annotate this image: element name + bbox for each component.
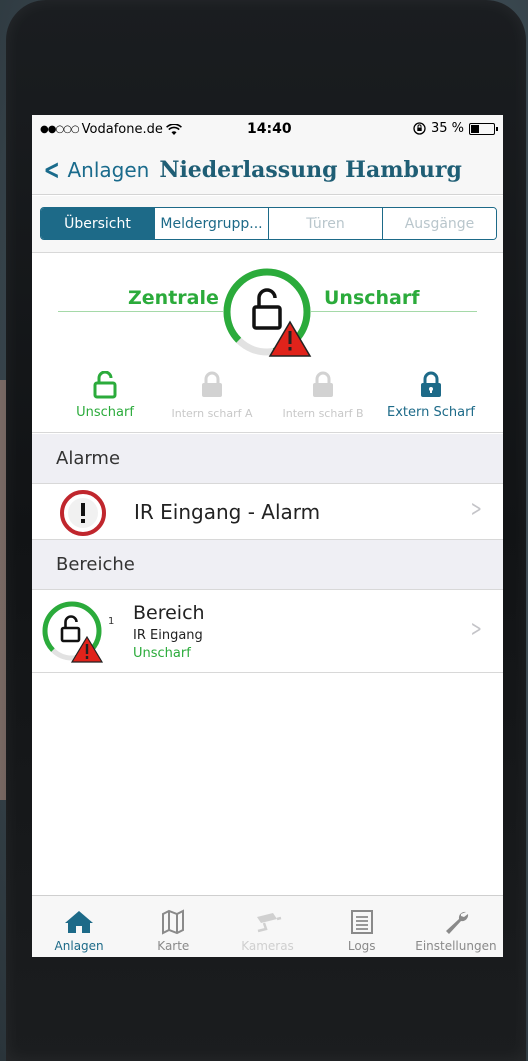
mode-intern-scharf-b[interactable]: Intern scharf B <box>263 371 383 420</box>
tab-einstellungen[interactable]: Einstellungen <box>409 896 503 957</box>
battery-icon <box>469 122 498 135</box>
area-number: 1 <box>108 616 115 627</box>
back-button[interactable]: < Anlagen <box>40 152 150 186</box>
mode-label: Unscharf <box>76 405 134 420</box>
segment-tueren[interactable]: Türen <box>269 208 383 239</box>
tab-label: Einstellungen <box>415 939 497 953</box>
segment-ausgaenge[interactable]: Ausgänge <box>383 208 496 239</box>
segmented-control: Übersicht Meldergrupp... Türen Ausgänge <box>40 207 497 240</box>
tab-label: Kameras <box>241 939 294 953</box>
app-screen: ●●○○○ Vodafone.de 14:40 35 % < Anlagen N… <box>32 115 503 957</box>
navigation-bar: < Anlagen Niederlassung Hamburg <box>32 145 503 195</box>
padlock-icon <box>202 371 222 397</box>
mode-label: Intern scharf A <box>171 407 253 420</box>
central-state-label: Unscharf <box>324 287 420 309</box>
segment-bar: Übersicht Meldergrupp... Türen Ausgänge <box>32 196 503 253</box>
list-icon <box>350 910 373 934</box>
camera-icon <box>256 913 281 933</box>
tab-label: Logs <box>347 939 376 953</box>
central-label: Zentrale <box>128 287 219 309</box>
tab-label: Karte <box>157 939 190 953</box>
mode-extern-scharf[interactable]: Extern Scharf <box>371 371 491 420</box>
tab-anlagen[interactable]: Anlagen <box>32 896 126 957</box>
status-bar: ●●○○○ Vodafone.de 14:40 35 % <box>32 115 503 145</box>
chevron-left-icon: < <box>43 152 60 186</box>
signal-icon: ●●○○○ <box>40 124 80 135</box>
map-icon <box>162 909 185 935</box>
wrench-icon <box>445 911 469 934</box>
clock: 14:40 <box>247 121 292 137</box>
tab-logs[interactable]: Logs <box>315 896 409 957</box>
tab-karte[interactable]: Karte <box>126 896 220 957</box>
area-subtitle: IR Eingang <box>133 628 203 643</box>
area-title: Bereich <box>133 602 205 624</box>
rotation-lock-icon <box>413 122 426 135</box>
open-padlock-icon <box>60 615 81 643</box>
mode-intern-scharf-a[interactable]: Intern scharf A <box>152 371 272 420</box>
mode-label: Extern Scharf <box>386 405 476 420</box>
open-padlock-icon <box>93 370 117 399</box>
central-status-ring[interactable] <box>220 265 314 359</box>
segment-meldergruppen[interactable]: Meldergrupp... <box>155 208 269 239</box>
chevron-right-icon: > <box>470 497 482 522</box>
area-state: Unscharf <box>133 646 191 661</box>
segment-uebersicht[interactable]: Übersicht <box>41 208 155 239</box>
central-status-panel: Zentrale Unscharf Unscharf Intern scharf… <box>32 253 503 433</box>
house-icon <box>65 911 94 933</box>
carrier-name: Vodafone.de <box>81 122 163 137</box>
section-header-bereiche: Bereiche <box>32 540 503 590</box>
tab-label: Anlagen <box>54 939 104 953</box>
wifi-icon <box>165 123 182 135</box>
area-row[interactable]: 1 Bereich IR Eingang Unscharf > <box>32 591 503 673</box>
alarm-row[interactable]: IR Eingang - Alarm > <box>32 485 503 540</box>
status-right: 35 % <box>413 121 498 136</box>
alarm-exclamation-icon <box>60 490 106 536</box>
tab-kameras[interactable]: Kameras <box>220 896 314 957</box>
back-label: Anlagen <box>67 157 150 182</box>
alarm-title: IR Eingang - Alarm <box>134 500 321 524</box>
page-title: Niederlassung Hamburg <box>159 156 462 183</box>
battery-percent: 35 % <box>430 121 464 136</box>
section-header-alarme: Alarme <box>32 434 503 484</box>
area-status-ring <box>42 601 104 663</box>
mode-label: Intern scharf B <box>282 407 364 420</box>
mode-unscharf[interactable]: Unscharf <box>45 370 165 420</box>
arming-modes: Unscharf Intern scharf A Intern scharf B <box>32 370 503 431</box>
chevron-right-icon: > <box>470 617 482 642</box>
carrier: ●●○○○ Vodafone.de <box>40 122 182 137</box>
closed-padlock-icon <box>421 371 441 397</box>
tab-bar: Anlagen Karte Kameras Logs Einstellungen <box>32 895 503 957</box>
padlock-icon <box>313 371 333 397</box>
